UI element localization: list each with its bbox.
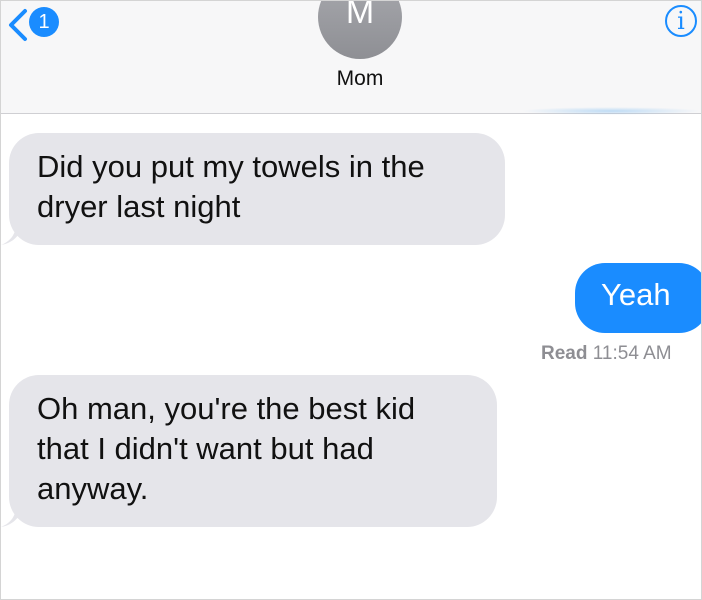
incoming-message-bubble[interactable]: Did you put my towels in the dryer last …: [9, 133, 505, 245]
avatar-initial: M: [345, 0, 375, 31]
bubble-tail-icon: [1, 223, 23, 245]
contact-name[interactable]: Mom: [1, 67, 701, 91]
incoming-message-bubble[interactable]: Oh man, you're the best kid that I didn'…: [9, 375, 497, 527]
chevron-left-icon: [9, 9, 27, 41]
unread-count-badge: 1: [29, 7, 59, 37]
conversation-screen: 1 M Mom i Did you put my towels in the d…: [0, 0, 702, 600]
conversation-header: 1 M Mom i: [1, 1, 701, 114]
info-button[interactable]: i: [665, 5, 697, 37]
read-receipt: Read 11:54 AM: [541, 343, 672, 365]
avatar[interactable]: M: [318, 0, 402, 59]
read-label: Read: [541, 343, 588, 364]
info-icon: i: [677, 7, 685, 35]
read-time: 11:54 AM: [592, 343, 672, 364]
header-glow: [521, 107, 701, 115]
bubble-tail-icon: [1, 505, 23, 527]
outgoing-message-bubble[interactable]: Yeah: [575, 263, 701, 333]
